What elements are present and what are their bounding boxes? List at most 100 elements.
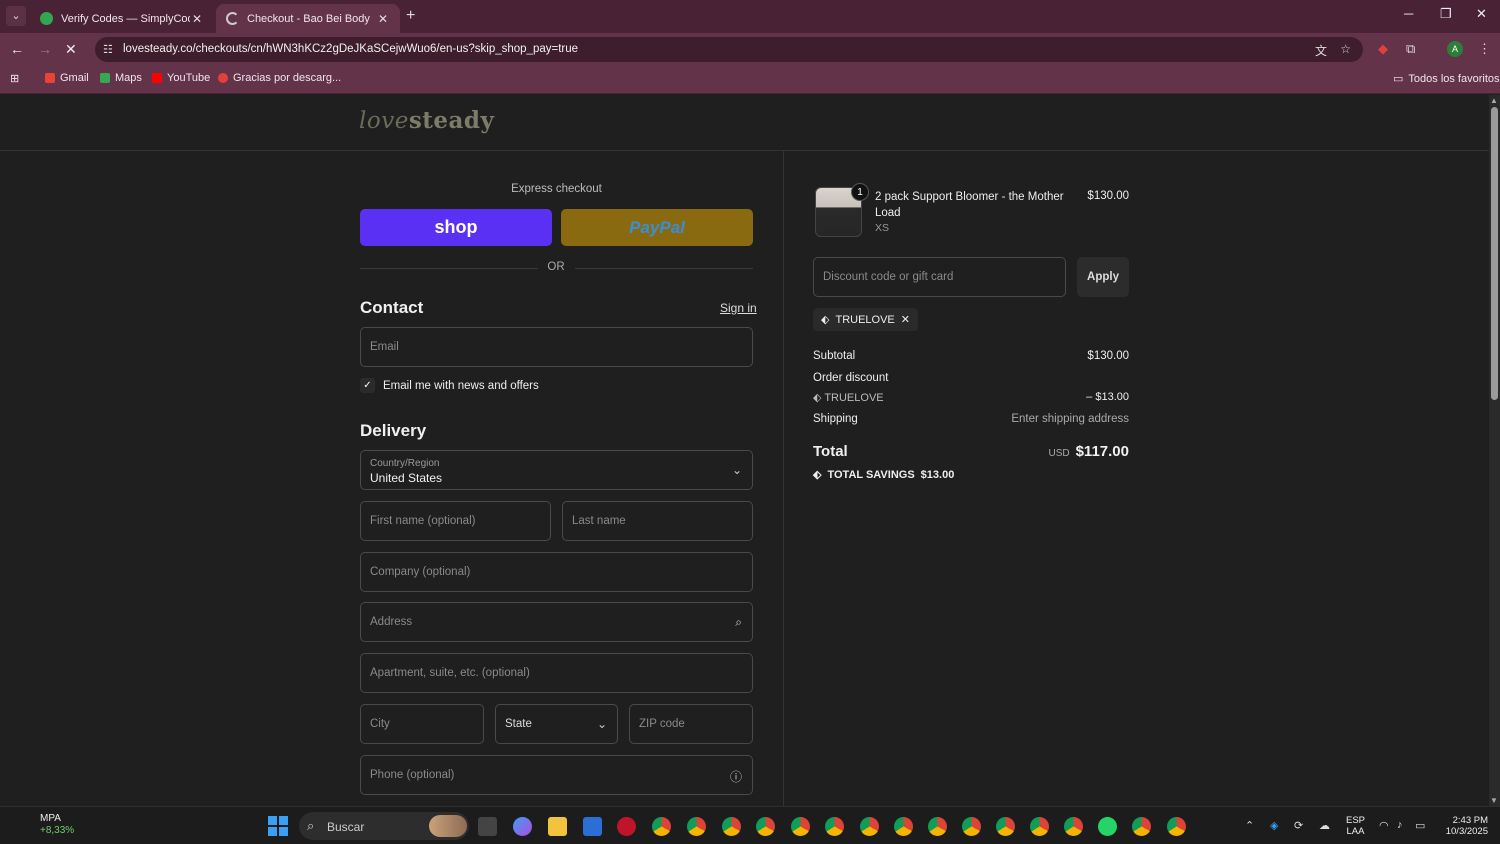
maps-icon xyxy=(100,73,110,83)
browser-menu-icon[interactable]: ⋮ xyxy=(1478,41,1491,57)
chrome-icon[interactable] xyxy=(1064,817,1083,836)
clock-date: 10/3/2025 xyxy=(1445,826,1488,837)
chrome-icon[interactable] xyxy=(722,817,741,836)
wifi-icon[interactable]: ◠ xyxy=(1379,819,1389,832)
zip-field[interactable]: ZIP code xyxy=(629,704,753,744)
discount-code-input[interactable]: Discount code or gift card xyxy=(813,257,1066,297)
task-view-icon[interactable] xyxy=(478,817,497,836)
stock-widget[interactable]: MPA +8,33% xyxy=(14,813,74,837)
system-clock[interactable]: 2:43 PM 10/3/2025 xyxy=(1436,815,1488,837)
restore-icon[interactable]: ❐ xyxy=(1440,6,1452,22)
bookmark-maps[interactable]: Maps xyxy=(100,72,142,84)
extensions-puzzle-icon[interactable]: ⧉ xyxy=(1406,41,1415,57)
translate-icon[interactable]: 文 xyxy=(1315,42,1327,59)
phone-field[interactable]: Phone (optional) ⓘ xyxy=(360,755,753,795)
apps-grid-icon[interactable]: ⊞ xyxy=(10,72,19,85)
scroll-up-icon[interactable]: ▲ xyxy=(1490,96,1498,105)
page-scrollbar[interactable]: ▲ ▼ xyxy=(1489,95,1500,806)
stop-loading-icon[interactable]: ✕ xyxy=(65,41,77,58)
applied-code: TRUELOVE xyxy=(835,313,895,326)
email-field[interactable]: Email xyxy=(360,327,753,367)
all-bookmarks-folder[interactable]: ▭ Todos los favoritos xyxy=(1393,72,1500,86)
shop-pay-button[interactable]: shop xyxy=(360,209,552,246)
discount-placeholder: Discount code or gift card xyxy=(823,271,954,283)
scroll-down-icon[interactable]: ▼ xyxy=(1490,796,1498,805)
last-name-field[interactable]: Last name xyxy=(562,501,753,541)
city-field[interactable]: City xyxy=(360,704,484,744)
apartment-field[interactable]: Apartment, suite, etc. (optional) xyxy=(360,653,753,693)
city-placeholder: City xyxy=(370,718,390,730)
whatsapp-icon[interactable] xyxy=(1098,817,1117,836)
close-tab-icon[interactable]: ✕ xyxy=(190,12,204,26)
app-red-icon[interactable] xyxy=(617,817,636,836)
forward-icon[interactable]: → xyxy=(38,41,52,57)
apply-button[interactable]: Apply xyxy=(1077,257,1129,297)
tray-overflow-icon[interactable]: ⌃ xyxy=(1245,819,1254,832)
tab-checkout[interactable]: Checkout - Bao Bei Body ✕ xyxy=(216,4,400,33)
newsletter-label: Email me with news and offers xyxy=(383,379,539,392)
chrome-icon[interactable] xyxy=(687,817,706,836)
sync-icon[interactable]: ⟳ xyxy=(1294,819,1303,832)
remove-discount-icon[interactable]: ✕ xyxy=(901,313,910,326)
product-variant: XS xyxy=(875,222,890,234)
profile-avatar[interactable]: A xyxy=(1447,41,1463,57)
chrome-icon[interactable] xyxy=(894,817,913,836)
newsletter-checkbox[interactable]: ✓ xyxy=(360,378,375,393)
close-window-icon[interactable]: ✕ xyxy=(1476,6,1487,22)
windows-start-icon[interactable] xyxy=(268,816,288,836)
chrome-icon[interactable] xyxy=(1167,817,1186,836)
chrome-icon[interactable] xyxy=(652,817,671,836)
bookmark-star-icon[interactable]: ☆ xyxy=(1340,42,1351,56)
country-select[interactable]: Country/Region United States ⌄ xyxy=(360,450,753,490)
taskbar-search[interactable]: ⌕ Buscar xyxy=(299,812,469,840)
chrome-icon[interactable] xyxy=(928,817,947,836)
sign-in-link[interactable]: Sign in xyxy=(720,301,757,315)
store-logo[interactable]: lovesteady xyxy=(359,107,494,134)
input-language[interactable]: ESP LAA xyxy=(1346,815,1365,837)
column-divider xyxy=(783,151,784,806)
extension-badge-icon[interactable]: ◆ xyxy=(1378,41,1388,57)
paypal-button[interactable]: PayPal xyxy=(561,209,753,246)
battery-icon[interactable]: ▭ xyxy=(1415,819,1425,832)
total-savings: ⬖ TOTAL SAVINGS $13.00 xyxy=(813,468,955,482)
onedrive-icon[interactable]: ☁ xyxy=(1319,819,1330,832)
first-name-field[interactable]: First name (optional) xyxy=(360,501,551,541)
file-explorer-icon[interactable] xyxy=(548,817,567,836)
express-checkout-label: Express checkout xyxy=(511,183,602,195)
close-tab-icon[interactable]: ✕ xyxy=(376,12,390,26)
volume-icon[interactable]: ♪ xyxy=(1397,819,1403,831)
help-circle-icon[interactable]: ⓘ xyxy=(730,768,742,785)
address-field[interactable]: Address ⌕ xyxy=(360,602,753,642)
store-icon[interactable] xyxy=(583,817,602,836)
bookmark-youtube[interactable]: YouTube xyxy=(152,72,210,84)
site-info-icon[interactable]: ☷ xyxy=(103,43,113,56)
total-label: Total xyxy=(813,443,848,460)
tab-search-dropdown-icon[interactable]: ⌄ xyxy=(6,6,26,26)
bookmark-gracias[interactable]: Gracias por descarg... xyxy=(218,72,341,84)
tag-icon: ⬖ xyxy=(821,314,830,326)
defender-icon[interactable]: ◈ xyxy=(1270,819,1278,832)
copilot-icon[interactable] xyxy=(513,817,532,836)
company-field[interactable]: Company (optional) xyxy=(360,552,753,592)
chrome-icon[interactable] xyxy=(825,817,844,836)
chrome-icon[interactable] xyxy=(996,817,1015,836)
scrollbar-thumb[interactable] xyxy=(1491,107,1498,400)
search-label: Buscar xyxy=(327,820,365,834)
state-select[interactable]: State ⌄ xyxy=(495,704,618,744)
minimize-icon[interactable]: ─ xyxy=(1404,6,1413,21)
back-icon[interactable]: ← xyxy=(10,41,24,57)
address-bar[interactable]: ☷ lovesteady.co/checkouts/cn/hWN3hKCz2gD… xyxy=(95,37,1363,62)
chrome-icon[interactable] xyxy=(860,817,879,836)
chrome-icon[interactable] xyxy=(756,817,775,836)
bookmark-label: Maps xyxy=(115,72,142,84)
chrome-icon[interactable] xyxy=(1030,817,1049,836)
new-tab-icon[interactable]: + xyxy=(406,7,415,25)
bookmark-gmail[interactable]: Gmail xyxy=(45,72,89,84)
browser-tab-bar: ⌄ Verify Codes — SimplyCodes ✕ Checkout … xyxy=(0,0,1500,33)
chrome-icon[interactable] xyxy=(791,817,810,836)
tab-verify-codes[interactable]: Verify Codes — SimplyCodes ✕ xyxy=(30,4,214,33)
savings-value: $13.00 xyxy=(920,468,955,481)
newsletter-checkbox-row[interactable]: ✓ Email me with news and offers xyxy=(360,378,539,393)
chrome-icon[interactable] xyxy=(962,817,981,836)
chrome-icon[interactable] xyxy=(1132,817,1151,836)
